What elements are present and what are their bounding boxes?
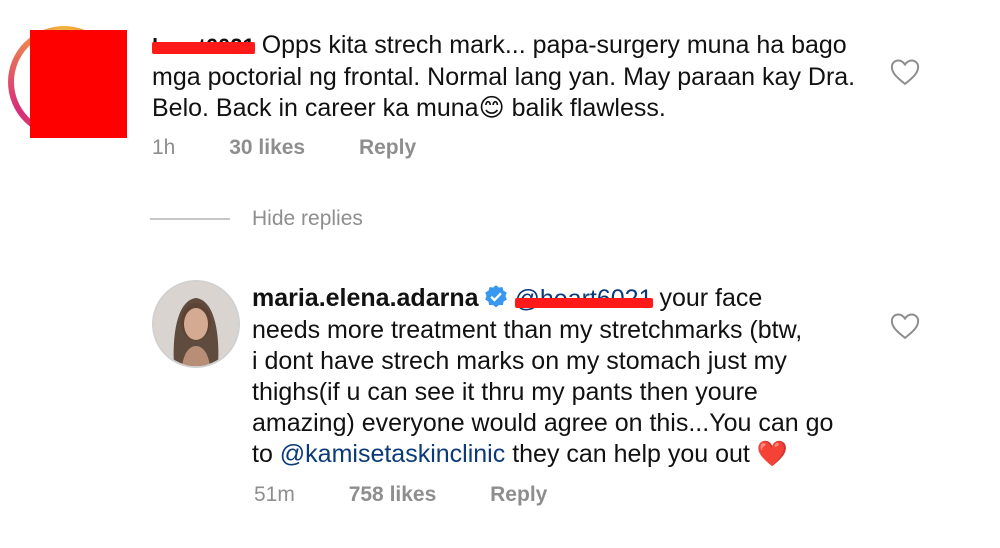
replies-divider <box>150 218 230 220</box>
username[interactable]: maria.elena.adarna <box>252 284 479 312</box>
likes-count[interactable]: 30 likes <box>229 136 305 159</box>
redaction-block <box>30 30 127 138</box>
comment-meta: 1h 30 likes Reply <box>152 136 464 160</box>
reply-button[interactable]: Reply <box>490 483 547 506</box>
hide-replies-button[interactable]: Hide replies <box>252 207 363 231</box>
timestamp: 51m <box>254 483 295 506</box>
reply-button[interactable]: Reply <box>359 136 416 159</box>
reply-text: maria.elena.adarna@heart6021 your face n… <box>252 284 834 468</box>
timestamp: 1h <box>152 136 176 159</box>
likes-count[interactable]: 758 likes <box>349 483 437 506</box>
smile-emoji-icon: 😊 <box>478 93 505 122</box>
heart-outline-icon[interactable] <box>890 58 920 86</box>
avatar[interactable] <box>152 280 240 368</box>
reply-meta: 51m 758 likes Reply <box>254 483 595 507</box>
heart-outline-icon[interactable] <box>890 312 920 340</box>
username-redacted[interactable]: heart6021 <box>152 31 255 62</box>
mention-redacted[interactable]: @heart6021 <box>514 284 653 315</box>
mention-link[interactable]: @kamisetaskinclinic <box>280 440 505 468</box>
red-heart-emoji-icon: ❤️ <box>756 439 788 468</box>
comment-text: heart6021 Opps kita strech mark... papa-… <box>152 31 863 122</box>
verified-badge-icon <box>484 285 507 308</box>
